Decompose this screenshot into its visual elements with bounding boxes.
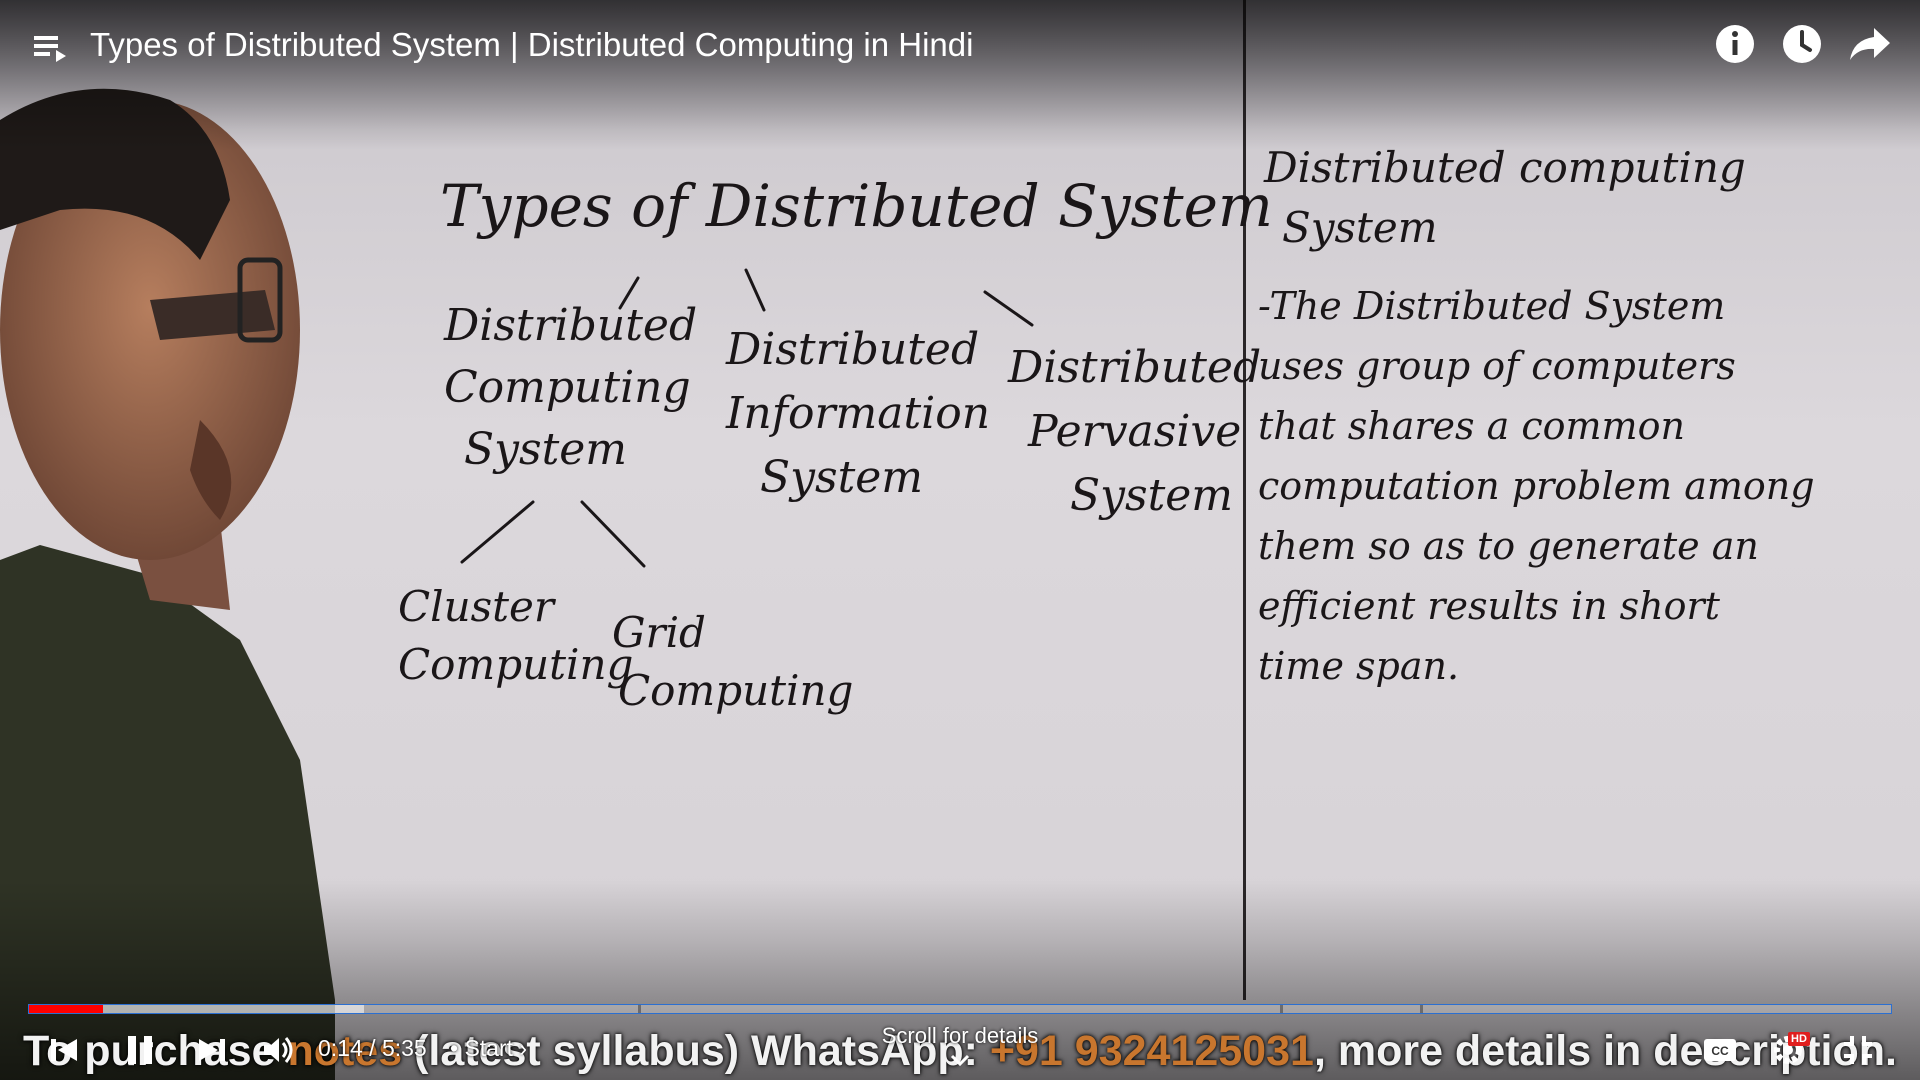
chapter-marker — [1420, 1005, 1423, 1013]
board-branch-information: Distributed Information System — [726, 318, 990, 510]
board-text-line: Grid — [612, 608, 706, 657]
board-text-line: Computing — [398, 640, 634, 689]
board-text-line: -The Distributed System — [1258, 284, 1726, 328]
skip-next-icon — [199, 1039, 225, 1061]
board-text-line: Information — [726, 388, 991, 439]
time-separator: / — [362, 1035, 382, 1061]
share-button[interactable] — [1846, 20, 1894, 68]
time-display: 0:14 / 5:35 — [318, 1033, 427, 1063]
board-text-line: Distributed — [726, 324, 980, 375]
board-text-line: computation problem among — [1258, 464, 1815, 508]
board-sub-grid: Grid Computing — [612, 604, 853, 720]
title-bar: Types of Distributed System | Distribute… — [0, 0, 1920, 90]
board-text-line: that shares a common — [1258, 404, 1685, 448]
scroll-down-button[interactable] — [948, 1050, 972, 1070]
skip-previous-icon — [51, 1039, 77, 1061]
board-text-line: System — [464, 424, 628, 475]
board-text-line: Cluster — [398, 582, 554, 631]
info-icon — [1716, 25, 1754, 63]
video-title[interactable]: Types of Distributed System | Distribute… — [90, 24, 973, 66]
hd-badge: HD — [1788, 1032, 1810, 1046]
board-text-line: System — [1070, 470, 1234, 521]
pause-icon — [128, 1036, 152, 1064]
playlist-button[interactable] — [30, 28, 70, 68]
board-text-line: Pervasive — [1028, 406, 1242, 457]
playlist-icon — [34, 36, 66, 62]
watch-later-button[interactable] — [1778, 20, 1826, 68]
board-sub-cluster: Cluster Computing — [398, 578, 633, 694]
volume-button[interactable] — [258, 1030, 298, 1070]
share-icon — [1850, 28, 1890, 60]
progress-bar[interactable] — [28, 1004, 1892, 1014]
board-heading: Types of Distributed System — [440, 172, 1273, 240]
chevron-down-icon — [950, 1054, 970, 1067]
chapter-marker — [1280, 1005, 1283, 1013]
scroll-for-details[interactable]: Scroll for details — [860, 1023, 1060, 1049]
info-button[interactable] — [1711, 20, 1759, 68]
board-text-line: them so as to generate an — [1258, 524, 1759, 568]
board-text-line: time span. — [1258, 644, 1460, 688]
current-time: 0:14 — [318, 1035, 363, 1061]
board-text-line: Computing — [618, 666, 854, 715]
volume-icon — [264, 1037, 293, 1063]
board-branch-pervasive: Distributed Pervasive System — [1008, 336, 1261, 528]
board-text-line: Computing — [444, 362, 691, 413]
board-text-line: uses group of computers — [1258, 344, 1736, 388]
board-right-heading: Distributed computing System — [1264, 138, 1746, 258]
previous-button[interactable] — [44, 1030, 84, 1070]
exit-fullscreen-icon — [1844, 1036, 1872, 1064]
closed-captions-icon: CC — [1704, 1039, 1736, 1061]
progress-played — [28, 1005, 103, 1013]
pause-button[interactable] — [120, 1030, 160, 1070]
watch-later-icon — [1783, 25, 1821, 63]
fullscreen-button[interactable] — [1838, 1030, 1878, 1070]
next-button[interactable] — [192, 1030, 232, 1070]
board-definition: -The Distributed System uses group of co… — [1258, 276, 1815, 696]
board-text-line: System — [760, 452, 924, 503]
chapter-marker — [638, 1005, 641, 1013]
video-player[interactable]: Types of Distributed System Distributed … — [0, 0, 1920, 1080]
board-text-line: System — [1282, 203, 1438, 252]
chapter-button[interactable]: • Start › — [450, 1033, 527, 1063]
captions-button[interactable]: CC — [1700, 1030, 1740, 1070]
svg-text:CC: CC — [1711, 1044, 1729, 1058]
board-text-line: Distributed — [444, 300, 698, 351]
duration: 5:35 — [381, 1035, 427, 1061]
board-branch-computing: Distributed Computing System — [444, 295, 697, 481]
board-text-line: Distributed — [1008, 342, 1262, 393]
board-text-line: efficient results in short — [1258, 584, 1720, 628]
